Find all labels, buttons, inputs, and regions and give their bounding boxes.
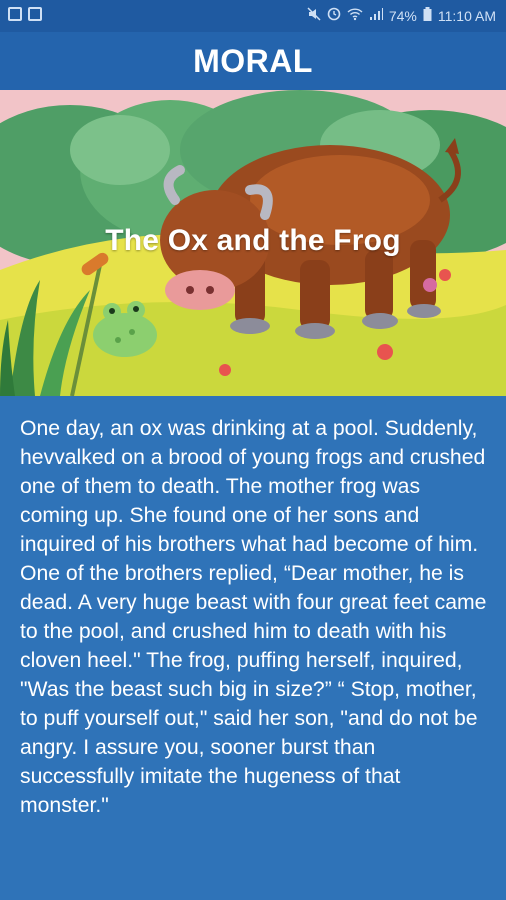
wifi-icon: [347, 7, 363, 24]
battery-icon: [423, 7, 432, 24]
battery-percent: 74%: [388, 7, 417, 24]
story-title: The Ox and the Frog: [105, 224, 401, 257]
status-left-icons: [8, 7, 42, 21]
story-text: One day, an ox was drinking at a pool. S…: [20, 414, 490, 820]
story-illustration: The Ox and the Frog: [0, 90, 506, 396]
app-bar: MORAL: [0, 32, 506, 90]
status-bar: 74% 11:10 AM: [0, 0, 506, 32]
gallery-icon: [8, 7, 22, 21]
status-time: 11:10 AM: [437, 7, 496, 24]
photo-icon: [28, 7, 42, 21]
story-paragraph: One day, an ox was drinking at a pool. S…: [20, 417, 487, 817]
signal-icon: [369, 7, 383, 24]
alarm-icon: [327, 7, 341, 24]
page-title: MORAL: [193, 42, 313, 79]
mute-icon: [307, 7, 321, 24]
status-right-icons: 74% 11:10 AM: [307, 7, 496, 24]
